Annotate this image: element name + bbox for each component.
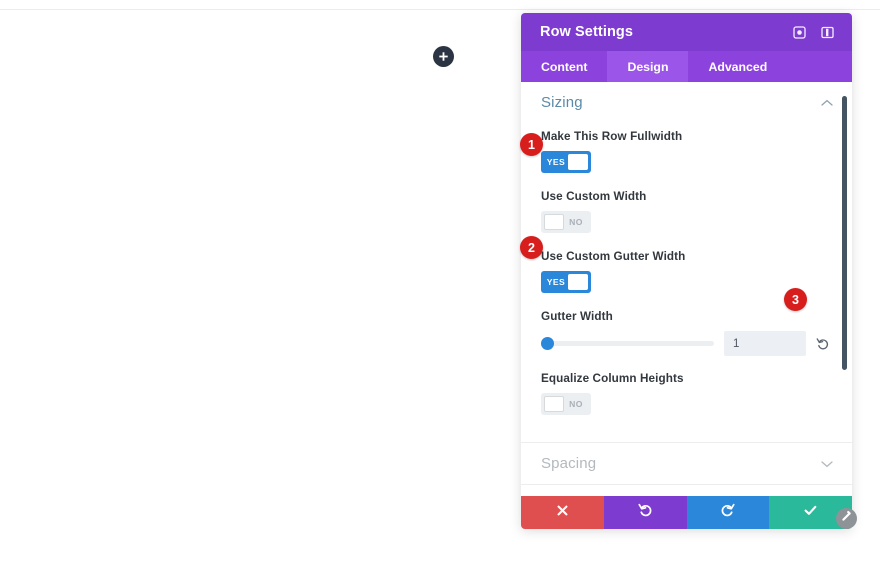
cancel-button[interactable]: [521, 496, 604, 529]
field-equalize-column-heights: Equalize Column Heights NO: [541, 356, 832, 415]
section-title-sizing: Sizing: [541, 94, 583, 111]
toggle-use-custom-gutter-width[interactable]: YES: [541, 271, 591, 293]
section-body-sizing: Make This Row Fullwidth YES Use Custom W…: [521, 123, 852, 442]
toggle-state-label: NO: [569, 217, 583, 227]
tab-design[interactable]: Design: [607, 51, 689, 82]
gutter-width-slider-row: [541, 331, 832, 356]
panel-title: Row Settings: [540, 24, 634, 40]
toggle-knob: [568, 274, 588, 290]
reset-arrow-icon[interactable]: [814, 335, 832, 353]
undo-button[interactable]: [603, 496, 687, 529]
tab-advanced[interactable]: Advanced: [688, 51, 787, 82]
toggle-knob: [544, 214, 564, 230]
field-use-custom-width: Use Custom Width NO: [541, 173, 832, 233]
row-settings-panel: Row Settings Content Design Advanced Siz…: [521, 13, 852, 529]
slider-handle[interactable]: [541, 337, 554, 350]
toggle-state-label: NO: [569, 399, 583, 409]
gutter-width-slider[interactable]: [541, 336, 714, 352]
section-title-spacing: Spacing: [541, 455, 597, 472]
panel-footer: [521, 496, 852, 529]
section-header-border[interactable]: Border: [521, 485, 852, 496]
chevron-up-icon: [820, 96, 834, 110]
label-use-custom-gutter-width: Use Custom Gutter Width: [541, 250, 686, 263]
panel-header: Row Settings: [521, 13, 852, 51]
toggle-use-custom-width[interactable]: NO: [541, 211, 591, 233]
check-icon: [803, 503, 818, 523]
label-make-row-fullwidth: Make This Row Fullwidth: [541, 130, 683, 143]
panel-body: Sizing Make This Row Fullwidth YES Use C…: [521, 82, 852, 496]
plus-icon: [438, 51, 449, 62]
annotation-badge-2: 2: [520, 236, 543, 259]
section-header-sizing[interactable]: Sizing: [521, 82, 852, 123]
canvas-top-divider: [0, 9, 880, 10]
tab-content[interactable]: Content: [521, 51, 607, 82]
field-use-custom-gutter-width: Use Custom Gutter Width YES: [541, 233, 832, 293]
close-icon: [556, 504, 569, 522]
label-gutter-width: Gutter Width: [541, 310, 613, 323]
chevron-down-icon: [820, 457, 834, 471]
label-equalize-column-heights: Equalize Column Heights: [541, 372, 684, 385]
resize-handle[interactable]: [836, 508, 857, 529]
toggle-state-label: YES: [546, 277, 566, 287]
toggle-knob: [568, 154, 588, 170]
slider-track: [541, 341, 714, 346]
gutter-width-input[interactable]: [724, 331, 806, 356]
panel-scrollbar-thumb[interactable]: [842, 96, 847, 370]
toggle-equalize-column-heights[interactable]: NO: [541, 393, 591, 415]
panel-scrollbar-track[interactable]: [841, 82, 850, 496]
field-make-row-fullwidth: Make This Row Fullwidth YES: [541, 123, 832, 173]
toggle-knob: [544, 396, 564, 412]
layout-toggle-icon[interactable]: [816, 21, 838, 43]
label-use-custom-width: Use Custom Width: [541, 190, 647, 203]
undo-icon: [638, 503, 653, 523]
toggle-make-row-fullwidth[interactable]: YES: [541, 151, 591, 173]
panel-tabs: Content Design Advanced: [521, 51, 852, 82]
annotation-badge-1: 1: [520, 133, 543, 156]
redo-button[interactable]: [686, 496, 770, 529]
add-row-button[interactable]: [433, 46, 454, 67]
target-icon[interactable]: [788, 21, 810, 43]
redo-icon: [720, 503, 735, 523]
resize-handle-icon: [840, 510, 853, 528]
annotation-badge-3: 3: [784, 288, 807, 311]
toggle-state-label: YES: [546, 157, 566, 167]
section-header-spacing[interactable]: Spacing: [521, 443, 852, 484]
